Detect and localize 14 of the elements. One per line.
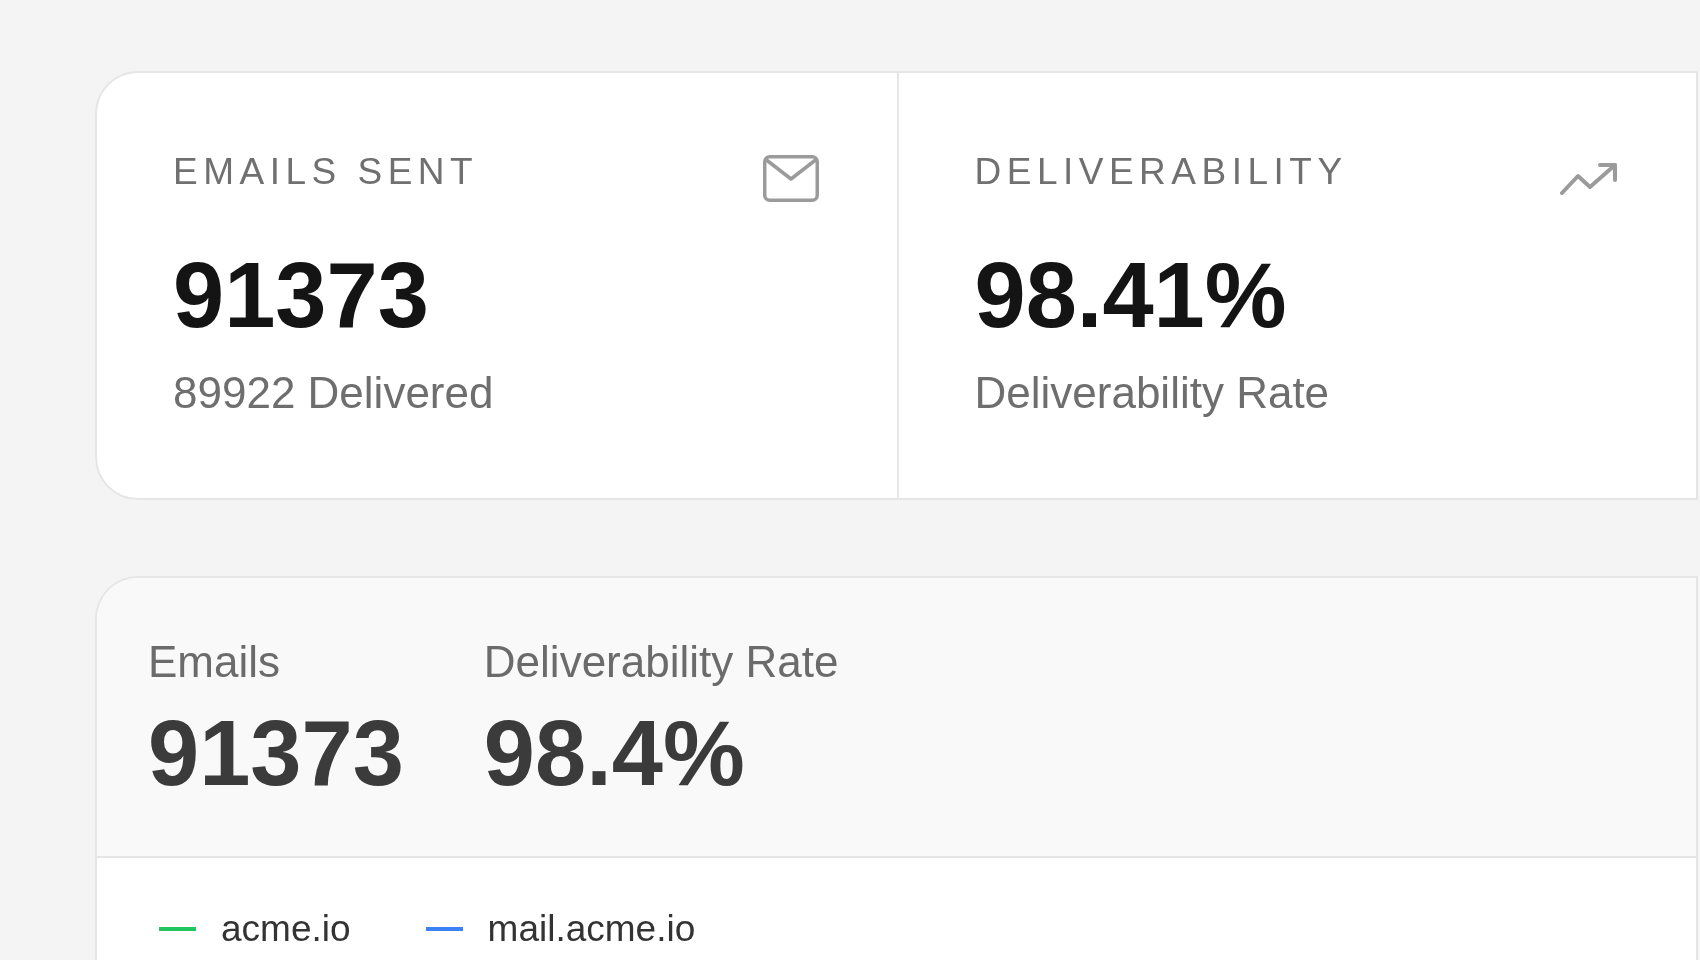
summary-label: Emails — [148, 637, 281, 686]
stat-label: DELIVERABILITY — [974, 150, 1348, 194]
stat-caption: Deliverability Rate — [974, 368, 1330, 417]
stat-value: 98.41% — [974, 244, 1287, 346]
trend-up-icon — [1560, 162, 1618, 195]
summary-value: 91373 — [148, 702, 404, 804]
legend-label: mail.acme.io — [487, 907, 696, 951]
stat-value: 91373 — [173, 244, 429, 346]
summary-label: Deliverability Rate — [483, 637, 839, 686]
stat-caption: 89922 Delivered — [173, 368, 494, 417]
summary-value: 98.4% — [483, 702, 745, 804]
envelope-icon — [762, 155, 819, 202]
stat-label: EMAILS SENT — [173, 150, 479, 194]
legend-label: acme.io — [221, 907, 351, 951]
